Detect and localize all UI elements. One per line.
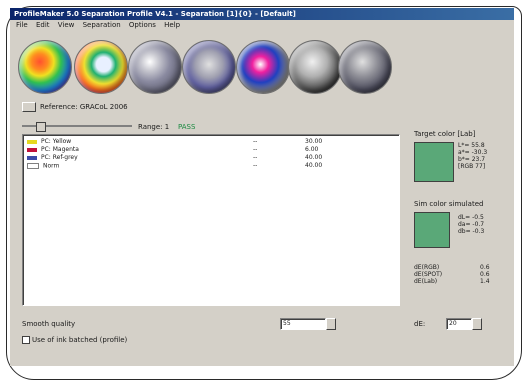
delta-values: 0.6 0.6 1.4 bbox=[480, 264, 490, 285]
smooth-quality-stepper[interactable] bbox=[326, 318, 336, 330]
sim-title: Sim color simulated bbox=[414, 200, 484, 208]
output-profile-icon[interactable] bbox=[288, 40, 342, 94]
source-button[interactable] bbox=[22, 102, 36, 112]
color-swatch bbox=[27, 163, 39, 169]
delta-labels: dE(RGB) dE(SPOT) dE(Lab) bbox=[414, 264, 443, 285]
printer-device-icon[interactable] bbox=[338, 40, 392, 94]
de-stepper[interactable] bbox=[472, 318, 482, 330]
list-item[interactable]: PC: Yellow bbox=[27, 139, 71, 145]
ink-batched-checkbox[interactable] bbox=[22, 336, 30, 344]
target-swatch bbox=[414, 142, 454, 182]
color-swatch bbox=[27, 147, 37, 152]
ink-batched-label: Use of ink batched (profile) bbox=[32, 336, 128, 344]
list-item[interactable]: PC: Magenta bbox=[27, 147, 79, 153]
list-item[interactable]: PC: Ref-grey bbox=[27, 155, 78, 161]
range-status: PASS bbox=[178, 123, 196, 131]
camera-profile-icon[interactable] bbox=[128, 40, 182, 94]
list-value: 40.00 bbox=[305, 162, 323, 169]
list-dash: -- bbox=[253, 154, 258, 161]
smooth-quality-label: Smooth quality bbox=[22, 320, 76, 328]
de-label: dE: bbox=[414, 320, 426, 328]
monitor-profile-icon[interactable] bbox=[18, 40, 72, 94]
sim-swatch bbox=[414, 212, 450, 248]
list-value: 40.00 bbox=[305, 154, 323, 161]
menu-file[interactable]: File bbox=[16, 21, 28, 29]
app-window: ProfileMaker 5.0 Separation Profile V4.1… bbox=[10, 8, 514, 366]
toolbar bbox=[12, 32, 512, 98]
window-title: ProfileMaker 5.0 Separation Profile V4.1… bbox=[10, 8, 514, 20]
smooth-quality-input[interactable]: 55 bbox=[280, 318, 326, 330]
color-swatch bbox=[27, 139, 37, 144]
source-label: Reference: GRACoL 2006 bbox=[40, 103, 128, 111]
menu-edit[interactable]: Edit bbox=[36, 21, 50, 29]
target-values: L*= 55.8 a*= -30.3 b*= 23.7 [RGB 77] bbox=[458, 142, 488, 170]
list-dash: -- bbox=[253, 162, 258, 169]
target-title: Target color [Lab] bbox=[414, 130, 476, 138]
list-item[interactable]: Norm bbox=[27, 163, 59, 169]
separation-icon[interactable] bbox=[236, 40, 290, 94]
menu-view[interactable]: View bbox=[58, 21, 75, 29]
de-input[interactable]: 20 bbox=[446, 318, 472, 330]
list-value: 6.00 bbox=[305, 146, 319, 153]
list-dash: -- bbox=[253, 138, 258, 145]
menu-bar: File Edit View Separation Options Help bbox=[10, 20, 514, 30]
list-dash: -- bbox=[253, 146, 258, 153]
scanner-profile-icon[interactable] bbox=[74, 40, 128, 94]
color-swatch bbox=[27, 155, 37, 160]
color-list[interactable]: PC: Yellow PC: Magenta PC: Ref-grey Norm… bbox=[22, 134, 400, 306]
sim-values: dL= -0.5 da= -0.7 db= -0.3 bbox=[458, 214, 485, 235]
range-slider-handle[interactable] bbox=[36, 122, 46, 132]
list-value: 30.00 bbox=[305, 138, 323, 145]
menu-help[interactable]: Help bbox=[164, 21, 180, 29]
range-ruler[interactable] bbox=[22, 122, 132, 132]
printer-profile-icon[interactable] bbox=[182, 40, 236, 94]
menu-options[interactable]: Options bbox=[129, 21, 156, 29]
menu-separation[interactable]: Separation bbox=[83, 21, 121, 29]
range-label: Range: 1 bbox=[138, 123, 170, 131]
